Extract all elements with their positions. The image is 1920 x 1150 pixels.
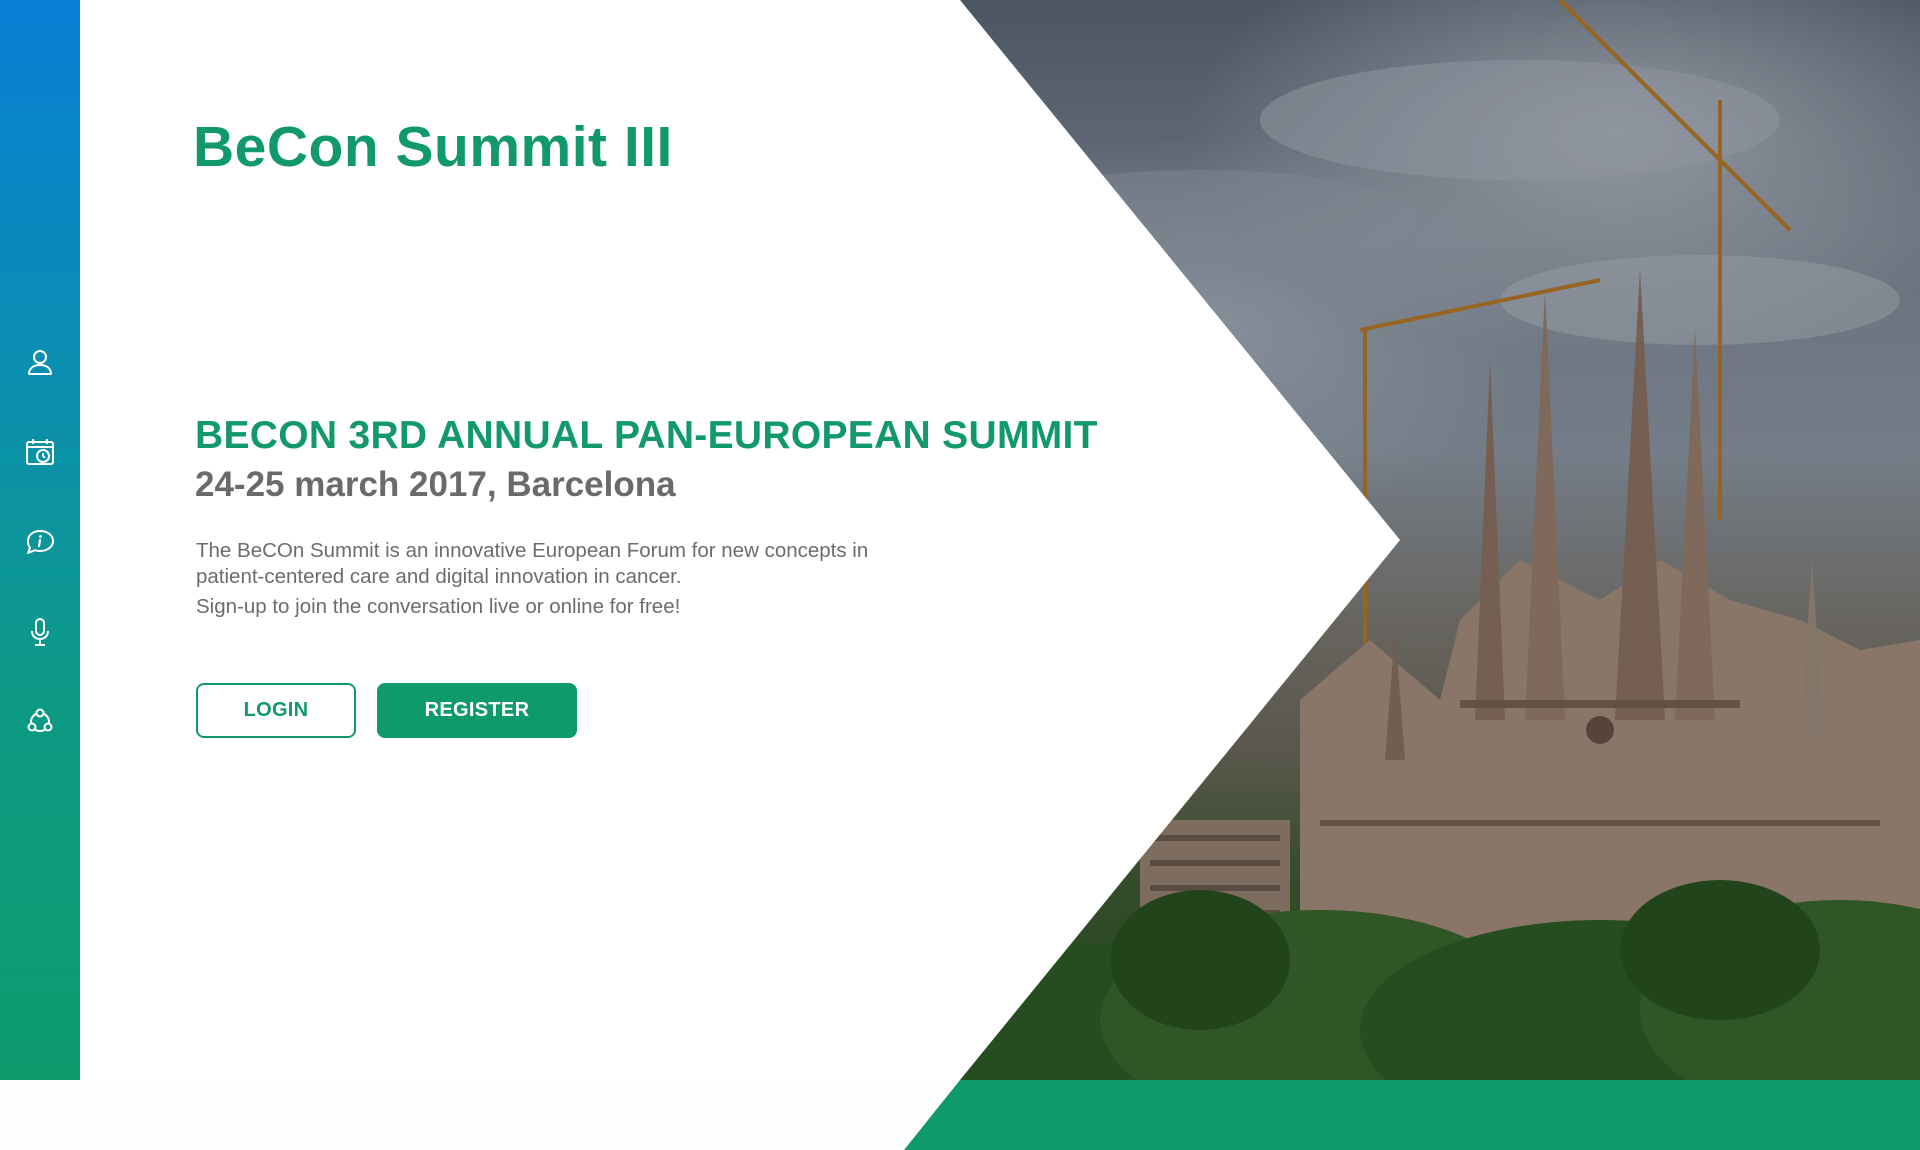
event-description: The BeCOn Summit is an innovative Europe… (196, 538, 956, 620)
event-headline: BECON 3RD ANNUAL PAN-EUROPEAN SUMMIT (195, 414, 1098, 457)
sidebar-item-profile[interactable] (20, 342, 60, 382)
info-chat-icon (27, 530, 54, 554)
event-date-location: 24-25 march 2017, Barcelona (195, 465, 676, 504)
microphone-icon (31, 618, 49, 646)
user-icon (28, 350, 52, 375)
page-title: BeCon Summit III (193, 115, 673, 179)
register-button[interactable]: REGISTER (377, 683, 577, 738)
description-line: The BeCOn Summit is an innovative Europe… (196, 539, 869, 562)
hero-photo (900, 0, 1920, 1080)
description-line: Sign-up to join the conversation live or… (196, 595, 681, 618)
description-line: patient-centered care and digital innova… (196, 565, 682, 588)
sidebar-item-network[interactable] (20, 702, 60, 742)
calendar-clock-icon (26, 439, 54, 465)
network-icon (27, 708, 53, 732)
sidebar-item-info[interactable] (20, 522, 60, 562)
sidebar-item-schedule[interactable] (20, 432, 60, 472)
sidebar-item-speakers[interactable] (20, 612, 60, 652)
login-button[interactable]: LOGIN (196, 683, 356, 738)
sidebar-nav (0, 0, 80, 1080)
cathedral-illustration (900, 0, 1920, 1080)
